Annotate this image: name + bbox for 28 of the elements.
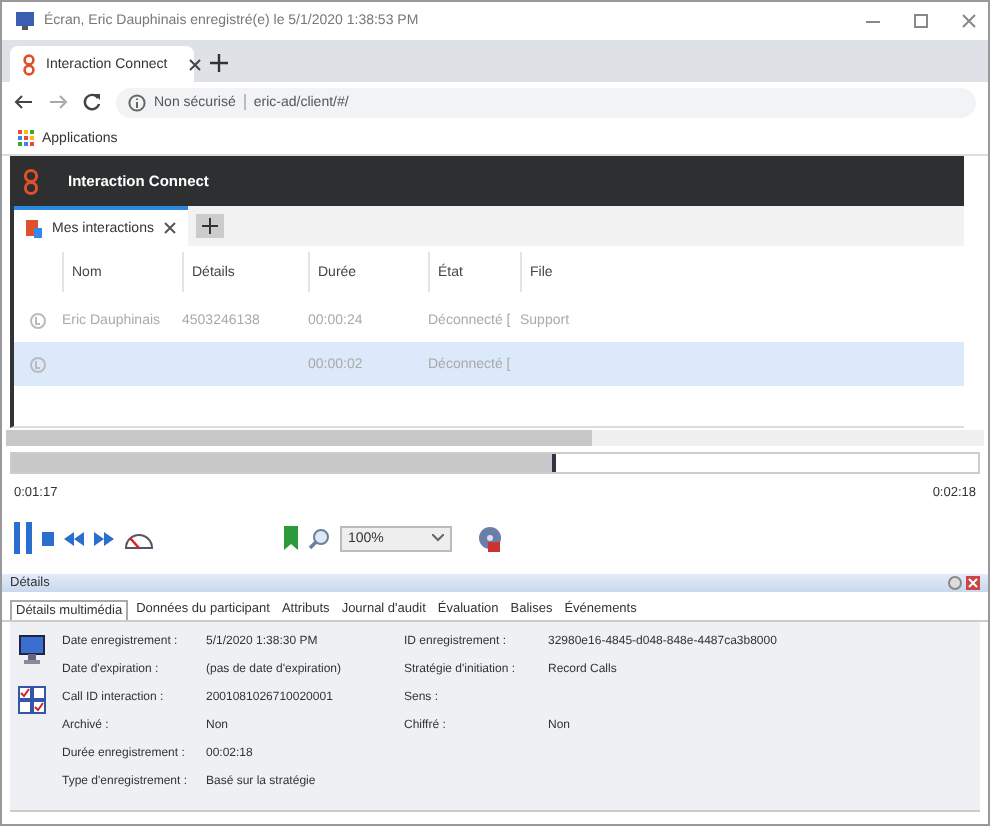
app-logo-icon <box>22 167 40 195</box>
new-tab-icon[interactable] <box>210 54 228 72</box>
computer-icon <box>18 634 46 666</box>
document-icon <box>26 219 42 237</box>
monitor-icon <box>14 10 36 32</box>
add-tab-icon[interactable] <box>195 214 224 238</box>
caret-icon <box>432 534 444 542</box>
stop-icon[interactable] <box>42 531 54 545</box>
checklist-icon <box>18 686 46 714</box>
app-logo-icon <box>22 53 36 75</box>
back-icon[interactable] <box>14 92 34 112</box>
rewind-icon[interactable] <box>64 531 84 545</box>
pause-icon[interactable] <box>14 522 32 554</box>
horizontal-scrollbar[interactable] <box>6 430 984 446</box>
maximize-icon[interactable] <box>914 14 928 28</box>
phone-icon <box>30 355 46 373</box>
search-icon[interactable] <box>308 527 330 549</box>
info-icon <box>128 93 146 111</box>
bookmark-flag-icon[interactable] <box>284 526 298 550</box>
close-icon[interactable] <box>163 222 176 234</box>
apps-grid-icon[interactable] <box>18 130 34 146</box>
seek-track[interactable] <box>10 452 980 474</box>
close-icon[interactable] <box>187 57 202 71</box>
pin-icon[interactable] <box>948 576 962 590</box>
reload-icon[interactable] <box>82 92 102 112</box>
fast-forward-icon[interactable] <box>94 531 114 545</box>
disc-icon[interactable] <box>478 525 502 551</box>
phone-icon <box>30 311 46 329</box>
